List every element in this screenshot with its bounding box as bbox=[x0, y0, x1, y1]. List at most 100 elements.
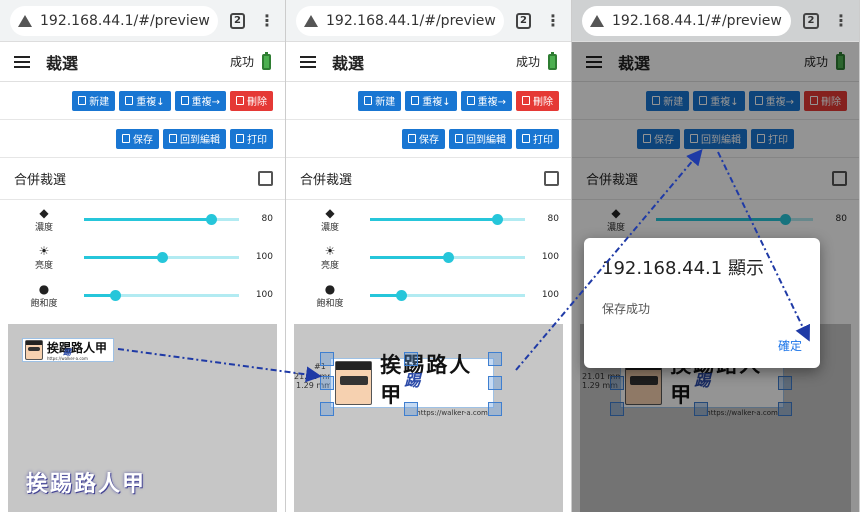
page-title: 裁選 bbox=[46, 53, 79, 73]
file-icon bbox=[411, 96, 420, 105]
resize-handle[interactable] bbox=[488, 402, 502, 416]
menu-icon[interactable] bbox=[14, 55, 30, 68]
save-button[interactable]: 保存 bbox=[402, 128, 445, 149]
pencil-icon bbox=[169, 134, 177, 143]
battery-icon bbox=[548, 51, 557, 70]
file-icon bbox=[466, 96, 475, 105]
address-bar[interactable]: 192.168.44.1/#/preview bbox=[582, 5, 791, 36]
saturation-slider[interactable] bbox=[84, 289, 239, 301]
slider-knob[interactable] bbox=[492, 213, 504, 225]
warning-icon bbox=[18, 14, 32, 27]
tab-count-button[interactable]: 2 bbox=[803, 12, 819, 29]
slider-knob[interactable] bbox=[110, 289, 121, 301]
label-thumbnail[interactable]: 挨踢路人甲 https://walker-a.com 踢 bbox=[22, 338, 114, 362]
save-button[interactable]: 保存 bbox=[116, 128, 159, 149]
preview-canvas[interactable]: #1 21.01 mm 1.29 mm 挨踢路人甲 https://walker… bbox=[294, 324, 563, 512]
slider-knob[interactable] bbox=[206, 213, 218, 225]
resize-handle[interactable] bbox=[320, 402, 334, 416]
merge-row: 合併裁選 bbox=[0, 158, 285, 200]
print-button[interactable]: 打印 bbox=[516, 128, 559, 149]
crop-icon bbox=[78, 96, 87, 105]
merge-row: 合併裁選 bbox=[286, 158, 571, 200]
print-button[interactable]: 打印 bbox=[230, 128, 273, 149]
menu-icon[interactable] bbox=[300, 55, 316, 68]
label-name: 挨踢路人甲 bbox=[380, 353, 473, 407]
url-text: 192.168.44.1/#/preview bbox=[326, 12, 496, 29]
brightness-slider-row: ☀ 亮度 100 bbox=[34, 243, 273, 271]
back-to-edit-button[interactable]: 回到編輯 bbox=[449, 128, 512, 149]
sun-icon: ☀ bbox=[38, 243, 50, 258]
density-slider-row: ◆ 濃度 80 bbox=[34, 205, 273, 233]
brightness-slider[interactable] bbox=[84, 251, 239, 263]
back-to-edit-button[interactable]: 回到編輯 bbox=[163, 128, 226, 149]
more-menu-icon[interactable]: ⋮ bbox=[259, 12, 275, 29]
label-stamp: 踢 bbox=[404, 371, 421, 390]
alert-dialog: 192.168.44.1 顯示 保存成功 確定 bbox=[584, 238, 820, 368]
dialog-ok-button[interactable]: 確定 bbox=[778, 337, 802, 354]
fill-bucket-icon: ◆ bbox=[325, 205, 335, 220]
app-bar: 裁選 成功 bbox=[0, 42, 285, 82]
preview-canvas[interactable]: 挨踢路人甲 https://walker-a.com 踢 挨踢路人甲 bbox=[8, 324, 277, 512]
save-icon bbox=[122, 134, 130, 143]
duplicate-down-button[interactable]: 重複↓ bbox=[119, 90, 171, 111]
address-bar[interactable]: 192.168.44.1/#/preview bbox=[296, 5, 504, 36]
duplicate-down-button[interactable]: 重複↓ bbox=[405, 90, 457, 111]
printer-icon bbox=[236, 134, 244, 143]
screen-1: 192.168.44.1/#/preview 2 ⋮ 裁選 成功 新建 重複↓ … bbox=[0, 0, 286, 512]
save-icon bbox=[408, 134, 416, 143]
status-text: 成功 bbox=[229, 55, 254, 69]
label-stamp: 踢 bbox=[63, 348, 71, 357]
density-slider[interactable] bbox=[370, 213, 525, 225]
resize-handle[interactable] bbox=[488, 376, 502, 390]
resize-handle[interactable] bbox=[320, 376, 334, 390]
browser-bar: 192.168.44.1/#/preview 2 ⋮ bbox=[0, 0, 285, 42]
avatar-image bbox=[335, 361, 373, 405]
density-slider[interactable] bbox=[84, 213, 239, 225]
browser-bar: 192.168.44.1/#/preview 2 ⋮ bbox=[286, 0, 571, 42]
status-text: 成功 bbox=[515, 55, 540, 69]
saturation-slider-row: ● 飽和度 100 bbox=[30, 281, 273, 309]
battery-icon bbox=[262, 51, 271, 70]
slider-knob[interactable] bbox=[156, 251, 168, 263]
new-button[interactable]: 新建 bbox=[358, 90, 402, 111]
density-value: 80 bbox=[547, 214, 559, 224]
label-url: https://walker-a.com bbox=[47, 356, 88, 361]
resize-handle[interactable] bbox=[404, 352, 418, 366]
browser-bar: 192.168.44.1/#/preview 2 ⋮ bbox=[572, 0, 859, 42]
slider-knob[interactable] bbox=[442, 251, 454, 263]
saturation-slider[interactable] bbox=[370, 289, 525, 301]
dialog-message: 保存成功 bbox=[602, 302, 651, 316]
delete-button[interactable]: 刪除 bbox=[516, 90, 559, 111]
trash-icon bbox=[236, 96, 244, 105]
duplicate-right-button[interactable]: 重複→ bbox=[174, 90, 226, 111]
delete-button[interactable]: 刪除 bbox=[230, 90, 273, 111]
palette-icon: ● bbox=[324, 281, 336, 296]
toolbar-primary: 新建 重複↓ 重複→ 刪除 bbox=[286, 82, 571, 120]
density-value: 80 bbox=[261, 214, 273, 224]
label-url: https://walker-a.com bbox=[416, 409, 488, 417]
saturation-value: 100 bbox=[255, 290, 273, 300]
duplicate-right-button[interactable]: 重複→ bbox=[460, 90, 512, 111]
more-menu-icon[interactable]: ⋮ bbox=[545, 12, 561, 29]
more-menu-icon[interactable]: ⋮ bbox=[833, 12, 849, 29]
tab-count-button[interactable]: 2 bbox=[515, 12, 531, 29]
brightness-slider[interactable] bbox=[370, 251, 525, 263]
resize-handle[interactable] bbox=[320, 352, 334, 366]
resize-handle[interactable] bbox=[488, 352, 502, 366]
toolbar-primary: 新建 重複↓ 重複→ 刪除 bbox=[0, 82, 285, 120]
tab-count-button[interactable]: 2 bbox=[229, 12, 245, 29]
file-icon bbox=[125, 96, 134, 105]
file-icon bbox=[180, 96, 189, 105]
url-text: 192.168.44.1/#/preview bbox=[612, 12, 782, 29]
brightness-value: 100 bbox=[541, 252, 559, 262]
avatar-image bbox=[25, 340, 43, 360]
new-button[interactable]: 新建 bbox=[72, 90, 116, 111]
merge-checkbox[interactable] bbox=[544, 171, 559, 186]
slider-knob[interactable] bbox=[396, 289, 407, 301]
address-bar[interactable]: 192.168.44.1/#/preview bbox=[10, 5, 218, 36]
merge-checkbox[interactable] bbox=[258, 171, 273, 186]
resize-handle[interactable] bbox=[404, 402, 418, 416]
printer-icon bbox=[522, 134, 530, 143]
toolbar-secondary: 保存 回到編輯 打印 bbox=[0, 120, 285, 158]
app-bar: 裁選 成功 bbox=[286, 42, 571, 82]
